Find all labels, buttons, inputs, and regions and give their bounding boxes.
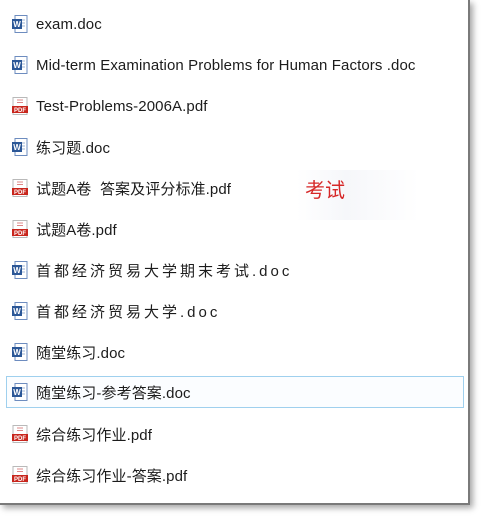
svg-text:PDF: PDF (14, 477, 26, 483)
file-row[interactable]: W 首都经济贸易大学期末考试.doc (6, 254, 464, 286)
file-name: Mid-term Examination Problems for Human … (36, 56, 416, 74)
file-row[interactable]: W exam.doc (6, 8, 464, 40)
svg-text:W: W (13, 388, 21, 397)
file-list-panel: W exam.doc W Mid-term Examination Proble… (0, 0, 470, 505)
file-row[interactable]: W 练习题.doc (6, 131, 464, 163)
file-row[interactable]: W 随堂练习.doc (6, 336, 464, 368)
svg-text:W: W (13, 307, 21, 316)
svg-text:PDF: PDF (14, 190, 26, 196)
annotation-text: 考试 (305, 178, 345, 202)
svg-text:W: W (13, 61, 21, 70)
word-document-icon: W (12, 261, 28, 279)
annotation-box: 考试 (297, 170, 419, 220)
pdf-document-icon: PDF (12, 425, 28, 443)
file-name: 练习题.doc (36, 139, 111, 157)
svg-text:PDF: PDF (14, 108, 26, 114)
file-name: Test-Problems-2006A.pdf (36, 97, 208, 115)
file-row[interactable]: W Mid-term Examination Problems for Huma… (6, 49, 464, 81)
file-name: 随堂练习.doc (36, 344, 126, 362)
word-document-icon: W (12, 343, 28, 361)
file-name: 综合练习作业.pdf (36, 426, 153, 444)
file-row[interactable]: W 首都经济贸易大学.doc (6, 295, 464, 327)
file-name: 试题A卷.pdf (36, 221, 117, 239)
word-document-icon: W (12, 138, 28, 156)
file-name: 综合练习作业-答案.pdf (36, 467, 188, 485)
file-name: 首都经济贸易大学.doc (36, 303, 221, 321)
file-name: 随堂练习-参考答案.doc (36, 384, 191, 402)
svg-text:W: W (13, 20, 21, 29)
word-document-icon: W (12, 15, 28, 33)
file-name: 首都经济贸易大学期末考试.doc (36, 262, 293, 280)
pdf-document-icon: PDF (12, 220, 28, 238)
svg-text:PDF: PDF (14, 436, 26, 442)
pdf-document-icon: PDF (12, 179, 28, 197)
svg-text:W: W (13, 143, 21, 152)
file-row[interactable]: PDF 综合练习作业.pdf (6, 418, 464, 450)
svg-text:W: W (13, 348, 21, 357)
word-document-icon: W (12, 383, 28, 401)
word-document-icon: W (12, 56, 28, 74)
svg-text:PDF: PDF (14, 231, 26, 237)
svg-text:W: W (13, 266, 21, 275)
file-name: exam.doc (36, 15, 102, 33)
pdf-document-icon: PDF (12, 97, 28, 115)
pdf-document-icon: PDF (12, 466, 28, 484)
file-row-selected[interactable]: W 随堂练习-参考答案.doc (6, 376, 464, 408)
file-row[interactable]: PDF 综合练习作业-答案.pdf (6, 459, 464, 491)
file-name: 试题A卷 答案及评分标准.pdf (36, 180, 232, 198)
word-document-icon: W (12, 302, 28, 320)
file-row[interactable]: PDF Test-Problems-2006A.pdf (6, 90, 464, 122)
